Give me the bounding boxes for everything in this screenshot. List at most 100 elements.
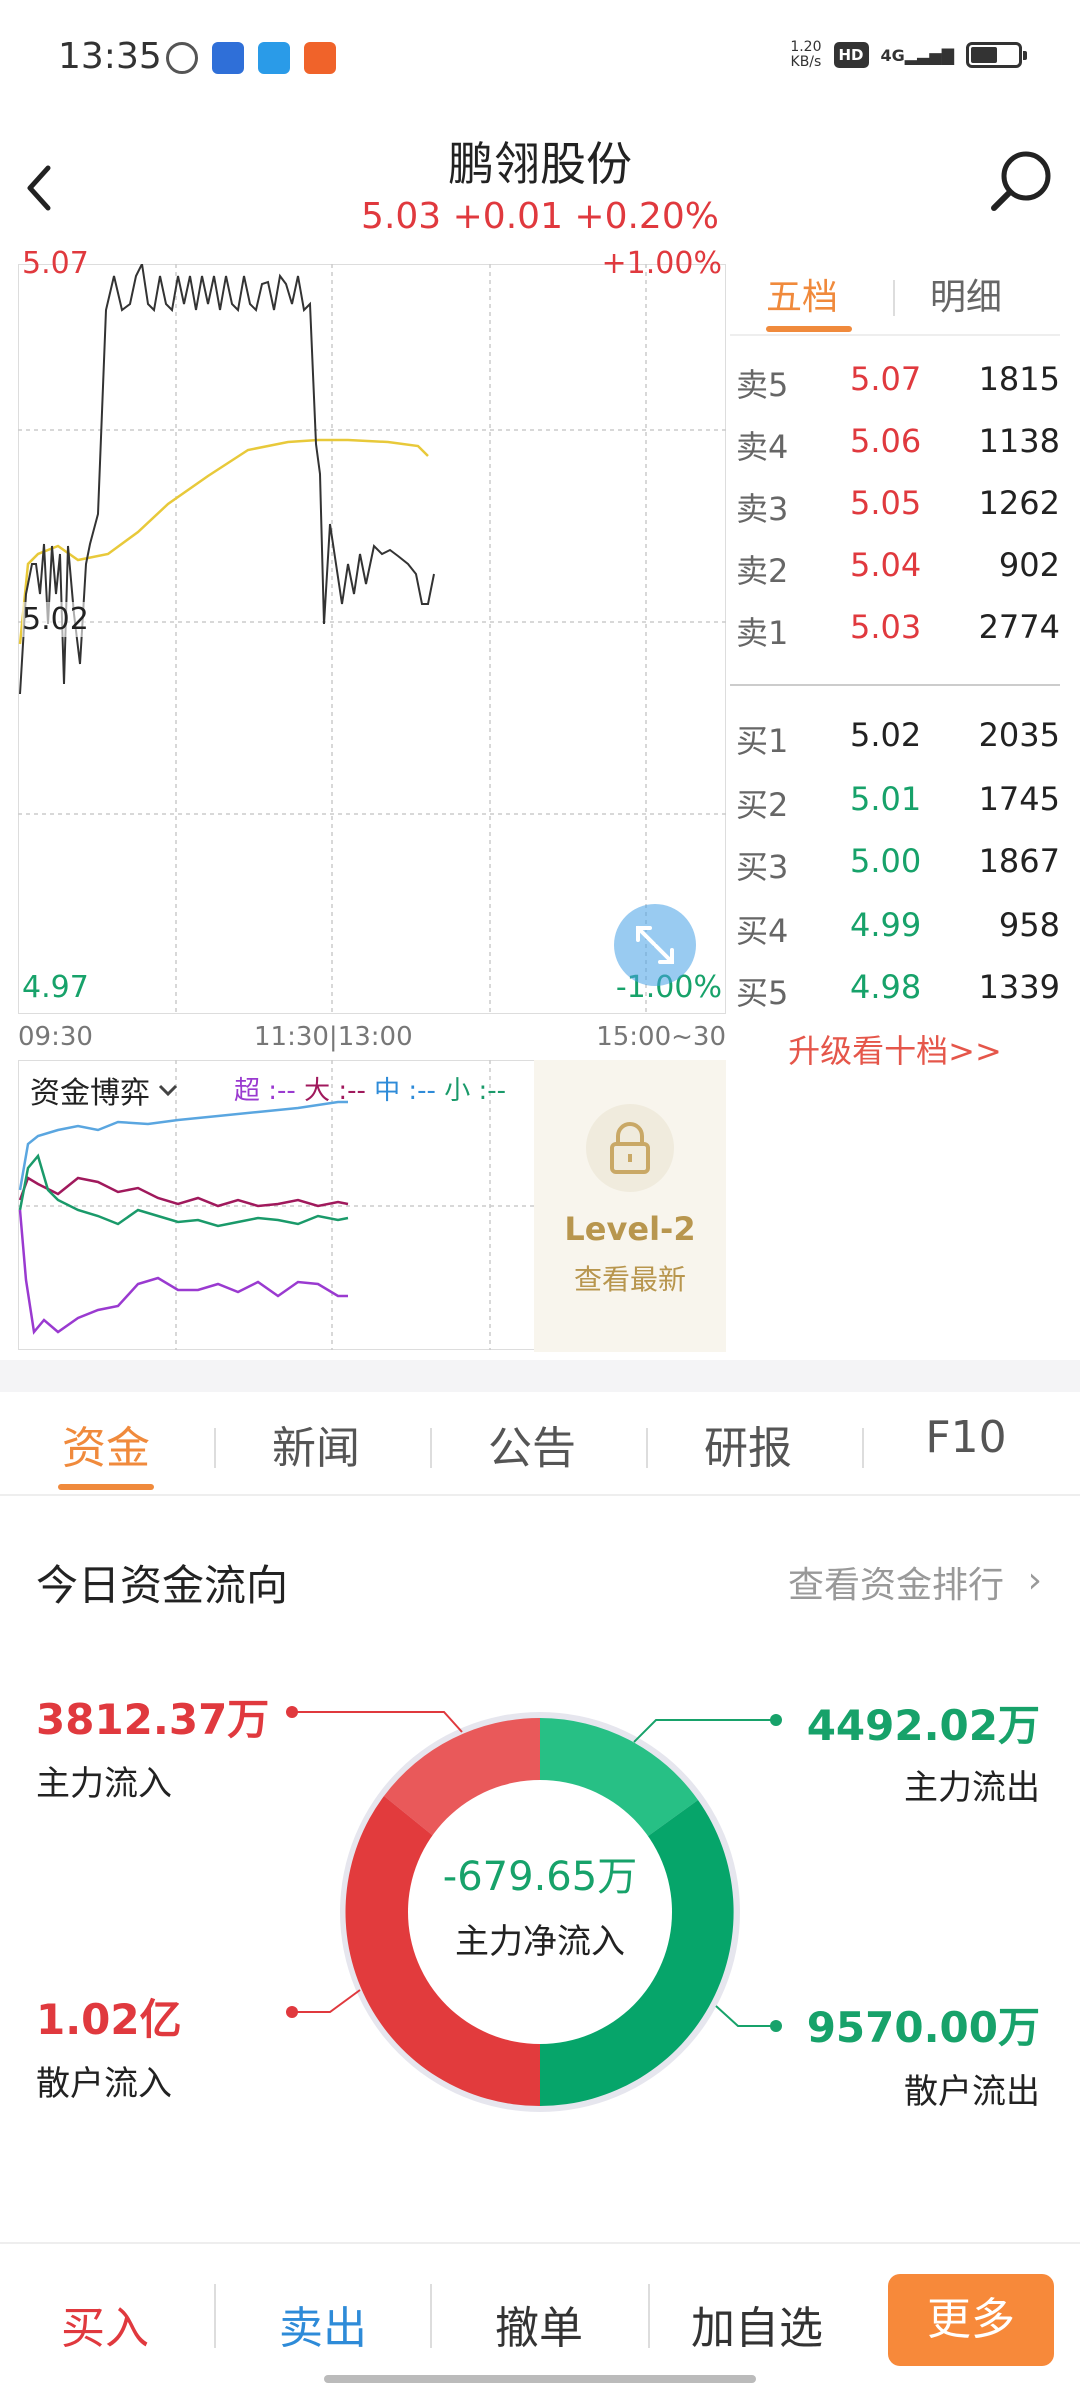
bank-app-icon — [258, 42, 290, 74]
retail-inflow-value: 1.02亿 — [36, 1995, 182, 2044]
tab-research[interactable]: 研报 — [658, 1412, 838, 1476]
retail-outflow-value: 9570.00万 — [806, 2003, 1040, 2052]
stock-quote: 5.03 +0.01 +0.20% — [361, 196, 719, 237]
lock-icon — [586, 1104, 674, 1192]
price-low-label: 4.97 — [22, 970, 89, 1005]
legend-small: 小 :-- — [444, 1076, 506, 1106]
chevron-down-icon — [158, 1084, 178, 1097]
time-mid: 11:30|13:00 — [254, 1022, 413, 1052]
chart-app-icon — [212, 42, 244, 74]
tab-capital[interactable]: 资金 — [16, 1412, 196, 1476]
retail-outflow-label: 散户流出 — [904, 2072, 1040, 2112]
tab-detail[interactable]: 明细 — [930, 268, 1002, 320]
bar-divider — [430, 2284, 432, 2348]
book-divider — [730, 684, 1060, 686]
price-high-label: 5.07 — [22, 246, 89, 281]
bid-row: 买1 5.02 2035 — [736, 716, 1060, 760]
tab-divider — [214, 1428, 216, 1468]
expand-icon — [636, 926, 674, 964]
legend-big: 大 :-- — [304, 1076, 366, 1106]
legend-mid: 中 :-- — [374, 1076, 436, 1106]
chevron-right-icon[interactable]: › — [1028, 1560, 1042, 1601]
ask-row: 卖5 5.07 1815 — [736, 360, 1060, 404]
page-title: 鹏翎股份 — [448, 137, 632, 191]
timeline-chart[interactable]: 5.07 +1.00% 5.02 4.97 -1.00% — [17, 246, 727, 1015]
net-inflow-value: -679.65万 — [442, 1854, 638, 1900]
home-indicator[interactable] — [324, 2375, 756, 2383]
bar-divider — [648, 2284, 650, 2348]
bottom-action-bar: 买入 卖出 撤单 加自选 更多 — [0, 2242, 1080, 2388]
tab-announcements[interactable]: 公告 — [442, 1412, 622, 1476]
upgrade-ten-levels-link[interactable]: 升级看十档>> — [730, 1026, 1060, 1072]
bid-row: 买2 5.01 1745 — [736, 780, 1060, 824]
battery-icon — [966, 42, 1027, 68]
bid-row: 买5 4.98 1339 — [736, 968, 1060, 1012]
status-right: 1.20 KB/s HD 4G▂▃▅▇ — [790, 39, 1027, 70]
buy-button[interactable]: 买入 — [10, 2292, 200, 2356]
capital-rank-link[interactable]: 查看资金排行 — [788, 1556, 1004, 1608]
main-outflow-label: 主力流出 — [904, 1768, 1040, 1808]
net-inflow-label: 主力净流入 — [455, 1922, 625, 1962]
fund-game-title[interactable]: 资金博弈 — [30, 1068, 182, 1112]
bid-row: 买3 5.00 1867 — [736, 842, 1060, 886]
hd-badge: HD — [833, 42, 869, 68]
orange-app-icon — [304, 42, 336, 74]
tab-underline — [766, 326, 852, 332]
sell-button[interactable]: 卖出 — [228, 2292, 418, 2356]
ask-row: 卖3 5.05 1262 — [736, 484, 1060, 528]
status-time: 13:35 — [58, 36, 162, 77]
tab-divider — [430, 1428, 432, 1468]
level2-title: Level-2 — [564, 1210, 696, 1248]
main-in-leader — [292, 1711, 463, 1733]
tab-divider — [646, 1428, 648, 1468]
main-out-segment — [540, 1718, 698, 1852]
battery-level — [971, 47, 998, 63]
legend-super: 超 :-- — [234, 1076, 296, 1106]
last-price-tag: 5.02 — [22, 602, 89, 637]
retail-out-leader — [715, 2005, 776, 2027]
section-divider — [0, 1360, 1080, 1392]
fullscreen-button[interactable] — [614, 904, 696, 986]
search-button[interactable] — [982, 142, 1062, 222]
tab-f10[interactable]: F10 — [876, 1412, 1056, 1463]
main-outflow-value: 4492.02万 — [806, 1701, 1040, 1750]
fund-legend: 超 :-- 大 :-- 中 :-- 小 :-- — [234, 1070, 506, 1107]
timeline-svg — [17, 260, 727, 1015]
bar-divider — [214, 2284, 216, 2348]
k-app-icon — [166, 42, 198, 74]
tab-divider — [862, 1428, 864, 1468]
retail-in-leader — [292, 1989, 361, 2013]
add-watchlist-button[interactable]: 加自选 — [662, 2292, 852, 2356]
time-axis: 09:30 11:30|13:00 15:00~30 — [18, 1020, 726, 1058]
bid-row: 买4 4.99 958 — [736, 906, 1060, 950]
main-out-leader — [633, 1719, 776, 1743]
cancel-order-button[interactable]: 撤单 — [444, 2292, 634, 2356]
main-inflow-value: 3812.37万 — [36, 1695, 270, 1744]
content-tabs: 资金 新闻 公告 研报 F10 — [0, 1392, 1080, 1496]
title-bar: 鹏翎股份 5.03 +0.01 +0.20% — [0, 118, 1080, 258]
tab-news[interactable]: 新闻 — [226, 1412, 406, 1476]
ask-row: 卖1 5.03 2774 — [736, 608, 1060, 652]
tab-five-levels[interactable]: 五档 — [766, 268, 838, 320]
main-in-segment — [384, 1717, 540, 1856]
notification-icons — [166, 42, 336, 74]
time-start: 09:30 — [18, 1022, 93, 1052]
more-button[interactable]: 更多 — [888, 2274, 1054, 2366]
tab-underline — [58, 1484, 154, 1490]
retail-inflow-label: 散户流入 — [36, 2064, 172, 2104]
pct-high-label: +1.00% — [601, 246, 722, 281]
signal-icon: 4G▂▃▅▇ — [880, 45, 954, 65]
ask-row: 卖2 5.04 902 — [736, 546, 1060, 590]
order-book-tabs: 五档 明细 — [730, 250, 1060, 336]
order-book: 五档 明细 卖5 5.07 1815 卖4 5.06 1138 卖3 5.05 … — [730, 250, 1060, 1360]
main-inflow-label: 主力流入 — [36, 1764, 172, 1804]
ask-row: 卖4 5.06 1138 — [736, 422, 1060, 466]
status-bar: 13:35 1.20 KB/s HD 4G▂▃▅▇ — [0, 0, 1080, 118]
level2-upsell[interactable]: Level-2 查看最新 — [534, 1060, 726, 1352]
time-end: 15:00~30 — [596, 1022, 726, 1052]
capital-flow-title: 今日资金流向 — [36, 1561, 289, 1610]
search-icon — [991, 151, 1051, 211]
tab-divider — [893, 280, 895, 316]
net-speed: 1.20 KB/s — [790, 39, 822, 70]
level2-subtitle: 查看最新 — [573, 1263, 686, 1296]
